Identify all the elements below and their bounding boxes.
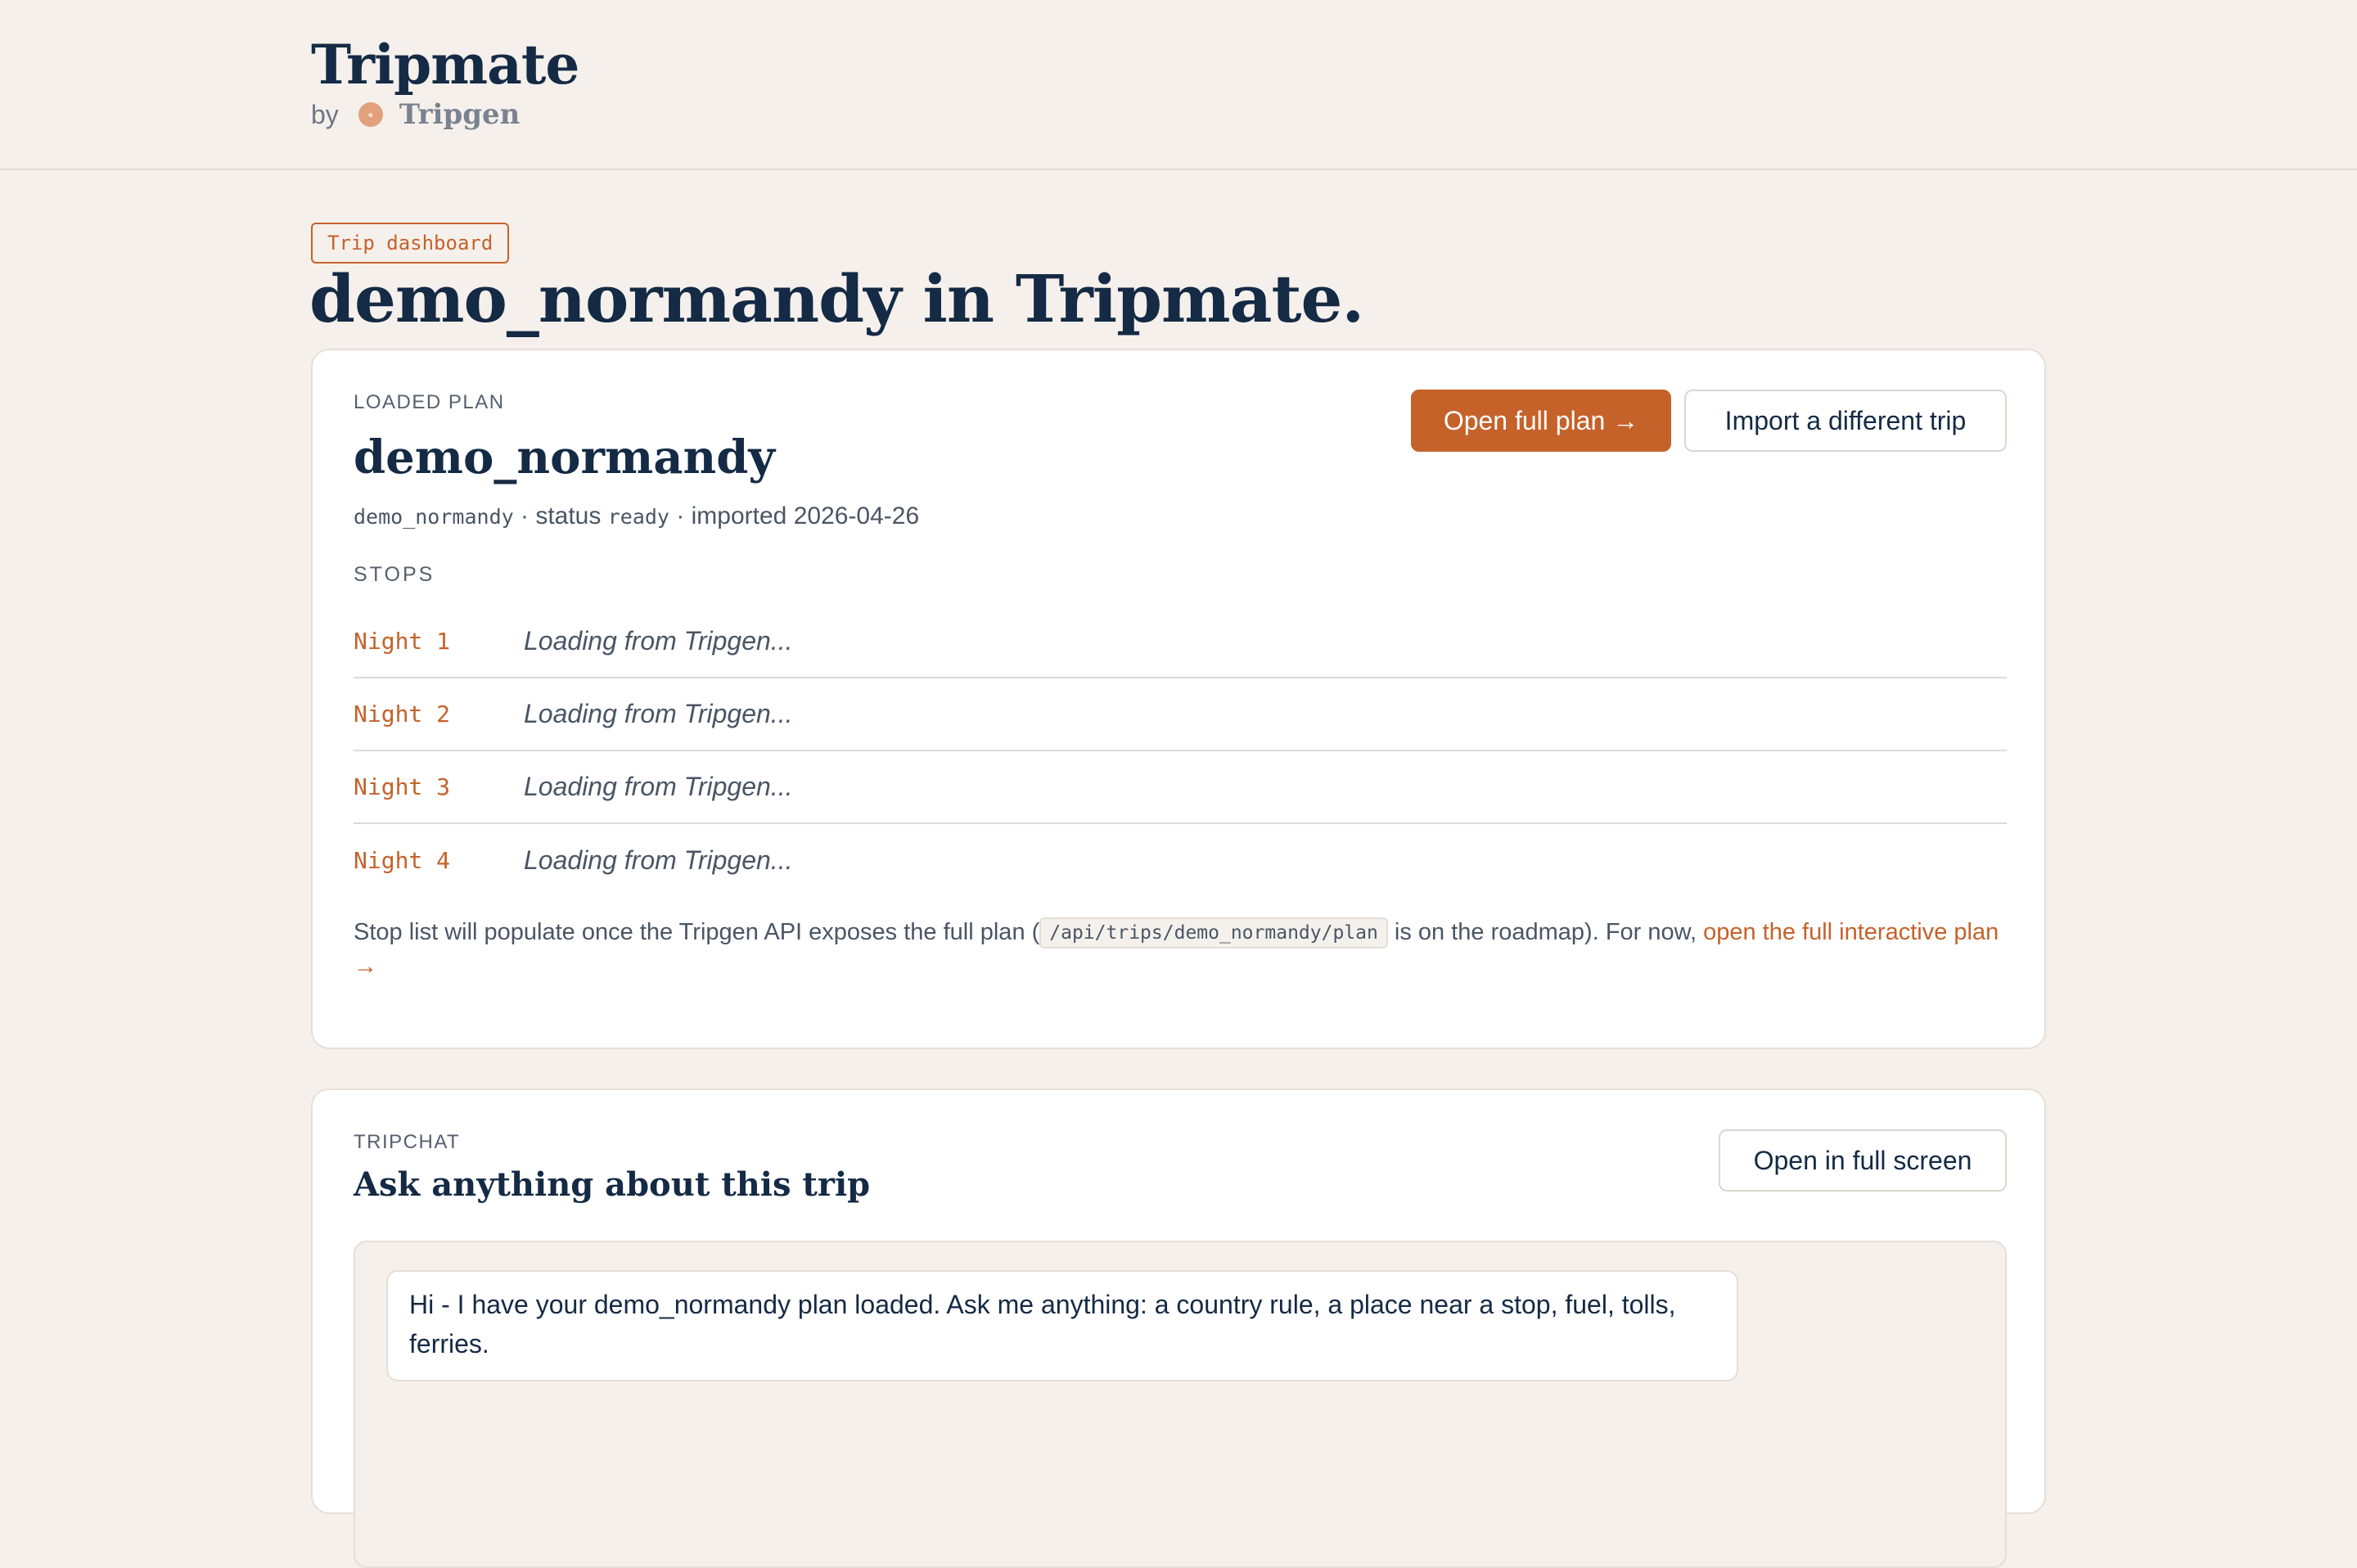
plan-meta: demo_normandy · status ready · imported …	[354, 502, 919, 530]
tripgen-logo-glyph: ●	[367, 109, 374, 120]
plan-name: demo_normandy	[354, 430, 775, 484]
tripchat-card: TRIPCHAT Ask anything about this trip Op…	[311, 1088, 2046, 1568]
page-tag: Trip dashboard	[311, 223, 510, 264]
plan-status: ready	[607, 505, 669, 529]
api-path-code: /api/trips/demo_normandy/plan	[1039, 917, 1388, 948]
stop-row: Night 3 Loading from Tripgen...	[354, 751, 2007, 824]
import-different-trip-button[interactable]: Import a different trip	[1684, 390, 2007, 452]
plan-imported-date: 2026-04-26	[793, 502, 920, 529]
note-text-before: Stop list will populate once the Tripgen…	[354, 919, 1040, 945]
meta-sep-status: · status	[513, 502, 608, 529]
stops-list: Night 1 Loading from Tripgen... Night 2 …	[354, 606, 2007, 897]
tripchat-overline: TRIPCHAT	[354, 1131, 461, 1153]
stop-night: Night 4	[354, 847, 451, 874]
page-title: demo_normandy in Tripmate.	[309, 260, 1364, 337]
stop-row: Night 4 Loading from Tripgen...	[354, 824, 2007, 897]
stop-row: Night 2 Loading from Tripgen...	[354, 678, 2007, 751]
tripchat-title: Ask anything about this trip	[354, 1165, 871, 1204]
loaded-plan-card: LOADED PLAN demo_normandy demo_normandy …	[311, 349, 2046, 1049]
provider-name[interactable]: Tripgen	[399, 98, 521, 131]
loaded-plan-overline: LOADED PLAN	[354, 391, 505, 413]
stop-night: Night 3	[354, 773, 451, 800]
stop-night: Night 2	[354, 701, 451, 728]
note-text-after: is on the roadmap). For now,	[1387, 919, 1704, 945]
chat-thread[interactable]: Hi - I have your demo_normandy plan load…	[354, 1241, 2007, 1568]
brand-byline: by ● Tripgen	[311, 98, 520, 131]
tripgen-logo-icon: ●	[358, 102, 383, 127]
stop-row: Night 1 Loading from Tripgen...	[354, 606, 2007, 678]
meta-sep-imported: · imported	[669, 502, 794, 529]
app-title[interactable]: Tripmate	[311, 33, 579, 97]
plan-note: Stop list will populate once the Tripgen…	[354, 915, 2015, 984]
by-label: by	[311, 99, 339, 129]
assistant-message: Hi - I have your demo_normandy plan load…	[386, 1270, 1738, 1381]
site-header: Tripmate by ● Tripgen	[0, 0, 2357, 170]
plan-id: demo_normandy	[354, 505, 514, 529]
stop-status: Loading from Tripgen...	[524, 626, 793, 656]
stops-label: STOPS	[354, 563, 435, 586]
open-full-screen-button[interactable]: Open in full screen	[1719, 1129, 2007, 1192]
open-full-plan-button[interactable]: Open full plan →	[1411, 390, 1671, 452]
stop-status: Loading from Tripgen...	[524, 845, 793, 875]
stop-status: Loading from Tripgen...	[524, 699, 793, 728]
stop-night: Night 1	[354, 628, 451, 655]
stop-status: Loading from Tripgen...	[524, 772, 793, 801]
